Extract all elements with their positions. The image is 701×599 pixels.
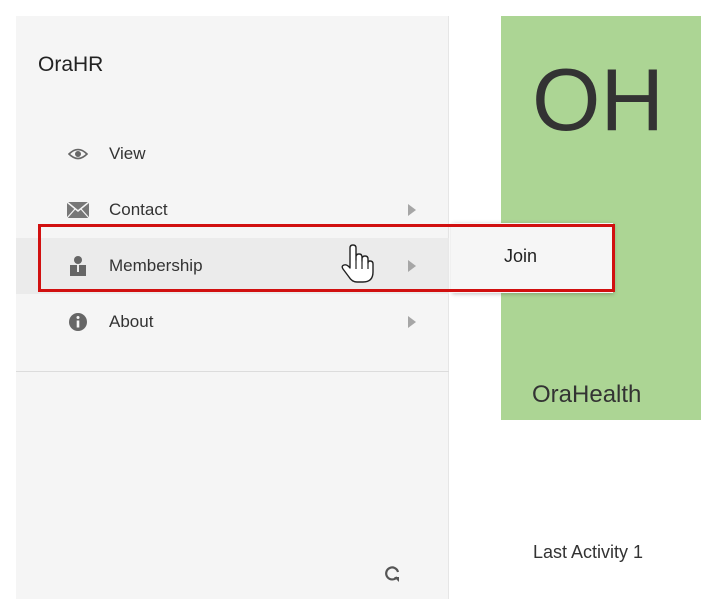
refresh-icon[interactable] <box>383 565 401 583</box>
chevron-right-icon <box>408 316 416 328</box>
eye-icon <box>66 145 90 163</box>
envelope-icon <box>66 201 90 219</box>
hand-cursor-icon <box>340 244 374 284</box>
menu-item-label: View <box>109 144 146 163</box>
menu-item-about[interactable]: About <box>16 294 449 350</box>
info-icon <box>66 313 90 331</box>
menu-item-membership[interactable]: Membership <box>16 238 449 294</box>
menu-item-view[interactable]: View <box>16 126 449 182</box>
sidebar-menu: OraHR View Contact Membership About <box>16 16 449 599</box>
org-initials: OH <box>532 50 664 149</box>
chevron-right-icon <box>408 204 416 216</box>
menu-title: OraHR <box>38 53 104 76</box>
chevron-right-icon <box>408 260 416 272</box>
person-icon <box>66 256 90 276</box>
org-hero-card: OH OraHealth <box>501 16 701 420</box>
submenu-item-join[interactable]: Join <box>451 223 613 293</box>
org-name: OraHealth <box>532 381 642 408</box>
submenu-item-label: Join <box>504 246 538 266</box>
menu-list: View Contact Membership About <box>16 126 449 372</box>
menu-item-label: Contact <box>109 200 168 219</box>
menu-item-label: About <box>109 312 154 331</box>
menu-item-label: Membership <box>109 256 203 275</box>
last-activity-text: Last Activity 1 <box>533 542 644 562</box>
membership-submenu: Join <box>451 223 613 293</box>
menu-item-contact[interactable]: Contact <box>16 182 449 238</box>
